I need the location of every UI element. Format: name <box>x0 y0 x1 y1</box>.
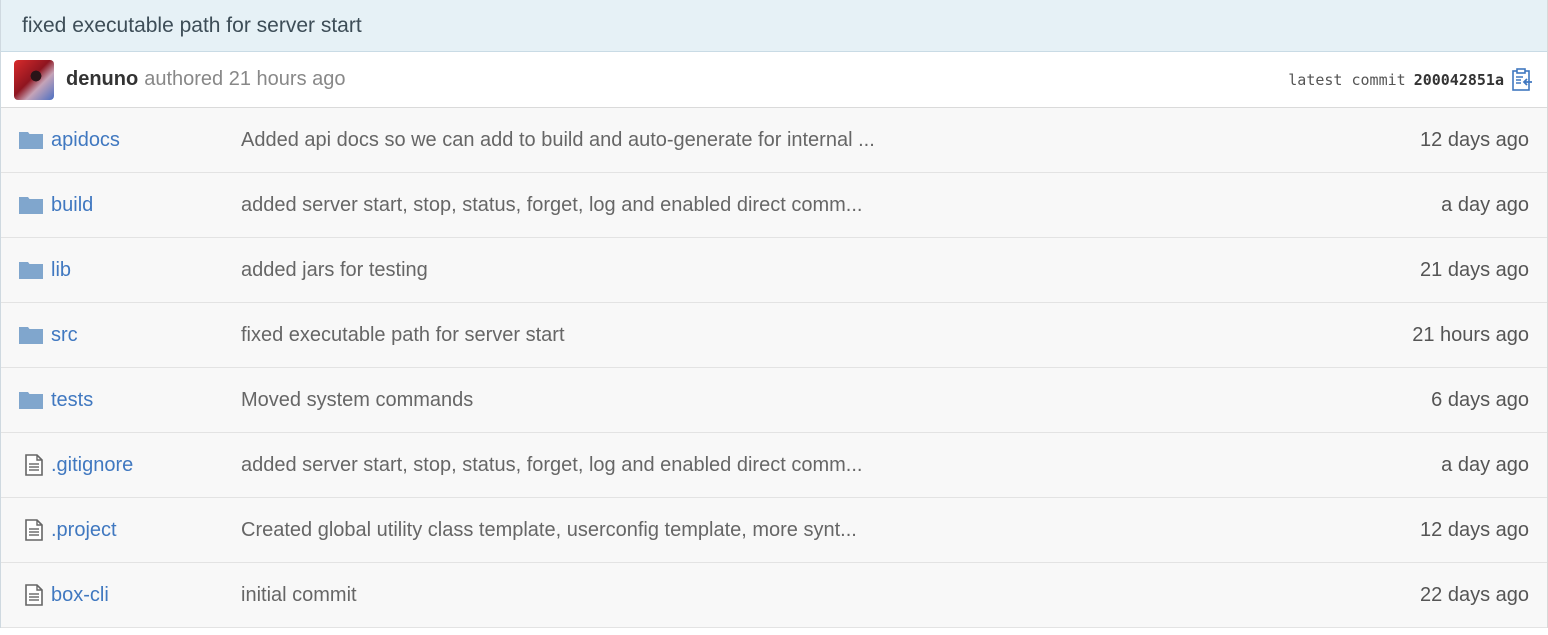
file-row: apidocs Added api docs so we can add to b… <box>1 108 1547 173</box>
commit-message-link[interactable]: Added api docs so we can add to build an… <box>241 129 1247 152</box>
commit-message-link[interactable]: Created global utility class template, u… <box>241 519 1247 542</box>
commit-age: a day ago <box>1441 193 1529 216</box>
file-list: apidocs Added api docs so we can add to b… <box>1 108 1547 628</box>
file-row: .project Created global utility class tem… <box>1 498 1547 563</box>
commit-age: 22 days ago <box>1420 583 1529 606</box>
file-row: build added server start, stop, status, f… <box>1 173 1547 238</box>
folder-icon <box>1 391 51 409</box>
file-icon <box>1 519 51 541</box>
commit-age: 6 days ago <box>1431 388 1529 411</box>
commit-message-link[interactable]: added server start, stop, status, forget… <box>241 194 1247 217</box>
latest-commit-label: latest commit <box>1288 70 1406 89</box>
commit-age: 12 days ago <box>1420 128 1529 151</box>
file-icon <box>1 584 51 606</box>
author-link[interactable]: denuno <box>66 68 138 91</box>
commit-message-link[interactable]: added server start, stop, status, forget… <box>241 454 1247 477</box>
file-name-link[interactable]: .project <box>51 519 241 542</box>
folder-icon <box>1 196 51 214</box>
commit-title[interactable]: fixed executable path for server start <box>1 0 1547 52</box>
file-row: lib added jars for testing 21 days ago <box>1 238 1547 303</box>
commit-message-link[interactable]: fixed executable path for server start <box>241 324 1247 347</box>
clipboard-icon[interactable] <box>1511 67 1533 92</box>
file-row: tests Moved system commands 6 days ago <box>1 368 1547 433</box>
file-row: .gitignore added server start, stop, stat… <box>1 433 1547 498</box>
file-name-link[interactable]: tests <box>51 389 241 412</box>
authored-time: authored 21 hours ago <box>144 68 346 90</box>
file-name-link[interactable]: lib <box>51 259 241 282</box>
commit-message-link[interactable]: added jars for testing <box>241 259 1247 282</box>
commit-message-link[interactable]: initial commit <box>241 584 1247 607</box>
file-row: src fixed executable path for server star… <box>1 303 1547 368</box>
file-name-link[interactable]: apidocs <box>51 129 241 152</box>
commit-sha-link[interactable]: 200042851a <box>1414 71 1504 89</box>
commit-title-text[interactable]: fixed executable path for server start <box>22 14 362 38</box>
commit-age: 21 hours ago <box>1412 323 1529 346</box>
file-name-link[interactable]: build <box>51 194 241 217</box>
commit-age: a day ago <box>1441 453 1529 476</box>
folder-icon <box>1 131 51 149</box>
file-icon <box>1 454 51 476</box>
folder-icon <box>1 326 51 344</box>
commit-age: 12 days ago <box>1420 518 1529 541</box>
file-name-link[interactable]: box-cli <box>51 584 241 607</box>
commit-message-link[interactable]: Moved system commands <box>241 389 1247 412</box>
file-browser: fixed executable path for server start d… <box>0 0 1548 628</box>
file-name-link[interactable]: .gitignore <box>51 454 241 477</box>
folder-icon <box>1 261 51 279</box>
file-name-link[interactable]: src <box>51 324 241 347</box>
avatar[interactable] <box>14 59 54 100</box>
commit-meta: denuno authored 21 hours ago latest comm… <box>1 52 1547 108</box>
file-row: box-cli initial commit 22 days ago <box>1 563 1547 628</box>
commit-age: 21 days ago <box>1420 258 1529 281</box>
